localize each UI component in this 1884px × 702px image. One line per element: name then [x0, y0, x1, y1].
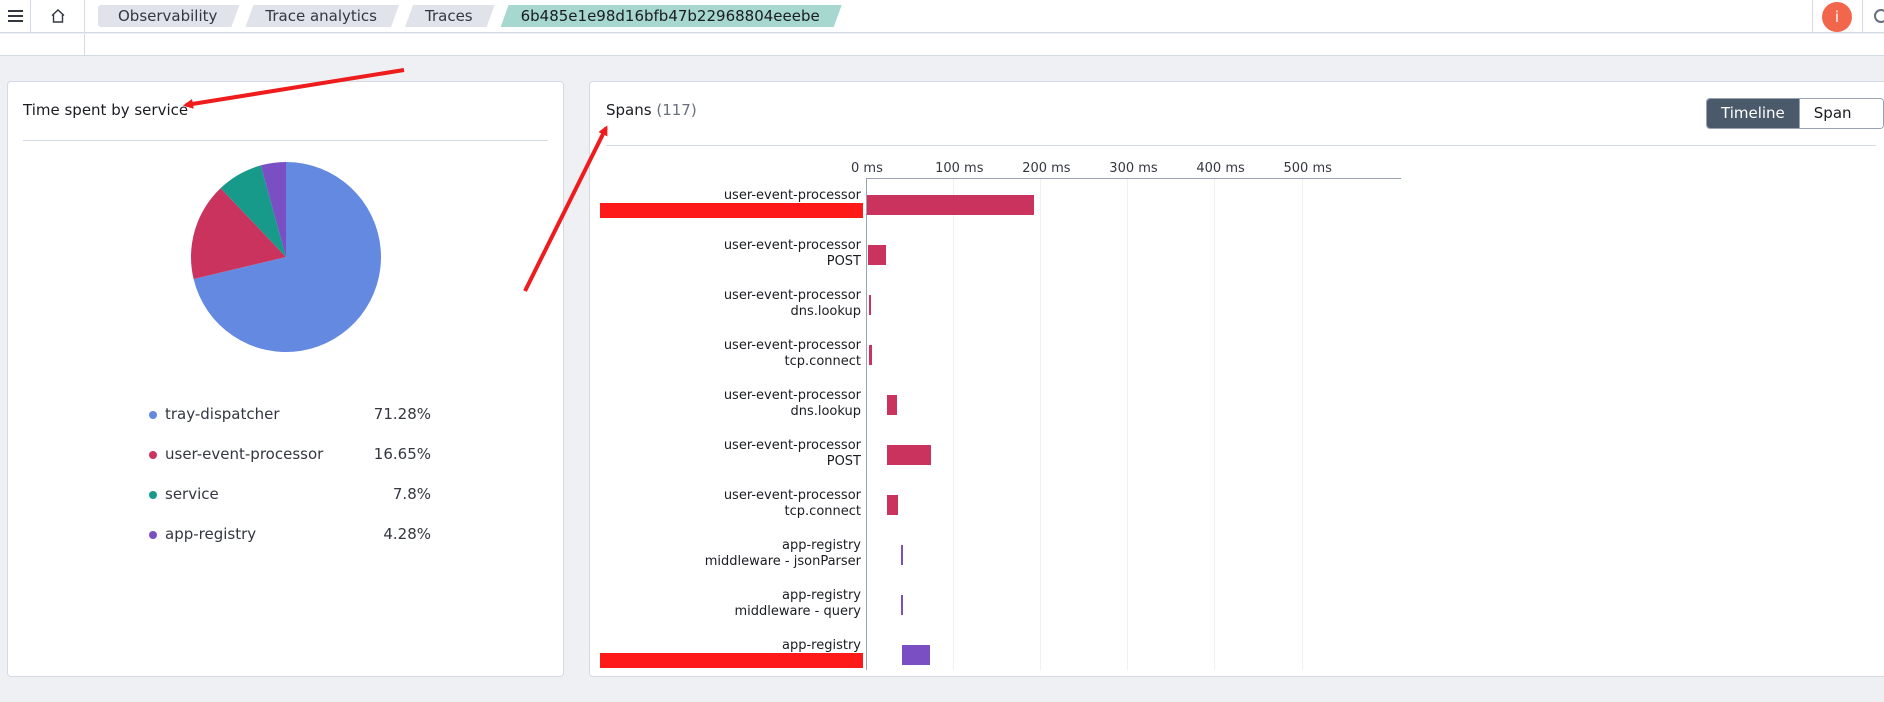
- redaction-mark: [600, 203, 863, 218]
- annotation-arrow: [523, 125, 608, 292]
- annotation-layer: [183, 68, 608, 292]
- redaction-mark: [600, 653, 863, 668]
- annotation-arrow: [183, 68, 405, 109]
